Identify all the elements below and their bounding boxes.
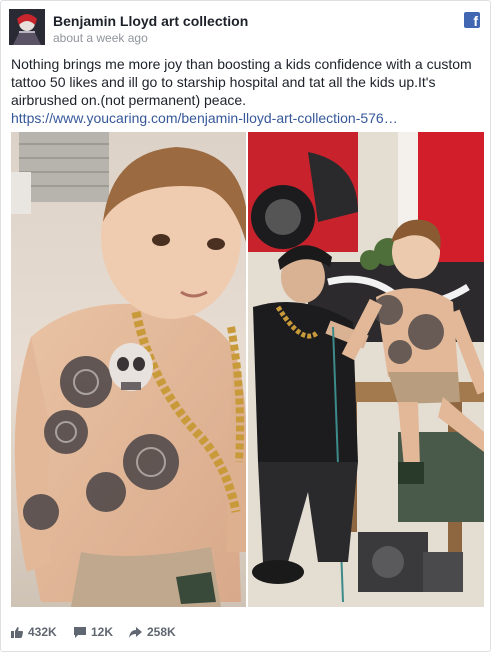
facebook-icon[interactable]: f bbox=[464, 12, 480, 29]
caption-text: Nothing brings me more joy than boosting… bbox=[11, 56, 472, 108]
comments-stat[interactable]: 12K bbox=[74, 625, 113, 639]
likes-stat[interactable]: 432K bbox=[11, 625, 57, 639]
post-stats: 432K 12K 258K bbox=[11, 621, 480, 645]
photo-child-tattoo-closeup[interactable] bbox=[11, 132, 246, 607]
likes-count: 432K bbox=[28, 625, 57, 639]
shares-count: 258K bbox=[147, 625, 176, 639]
page-avatar[interactable] bbox=[9, 9, 45, 45]
photo-artist-airbrushing[interactable] bbox=[248, 132, 484, 607]
post-media[interactable] bbox=[11, 132, 484, 607]
caption-link[interactable]: https://www.youcaring.com/benjamin-lloyd… bbox=[11, 109, 483, 127]
post-caption: Nothing brings me more joy than boosting… bbox=[11, 55, 483, 127]
post-header: Benjamin Lloyd art collection about a we… bbox=[9, 9, 482, 49]
thumbs-up-icon bbox=[11, 626, 23, 638]
comments-count: 12K bbox=[91, 625, 114, 639]
comment-icon bbox=[74, 626, 86, 638]
share-arrow-icon bbox=[129, 626, 142, 638]
facebook-post: Benjamin Lloyd art collection about a we… bbox=[0, 0, 491, 652]
post-timestamp[interactable]: about a week ago bbox=[53, 31, 148, 45]
shares-stat[interactable]: 258K bbox=[129, 625, 176, 639]
page-name[interactable]: Benjamin Lloyd art collection bbox=[53, 13, 248, 29]
